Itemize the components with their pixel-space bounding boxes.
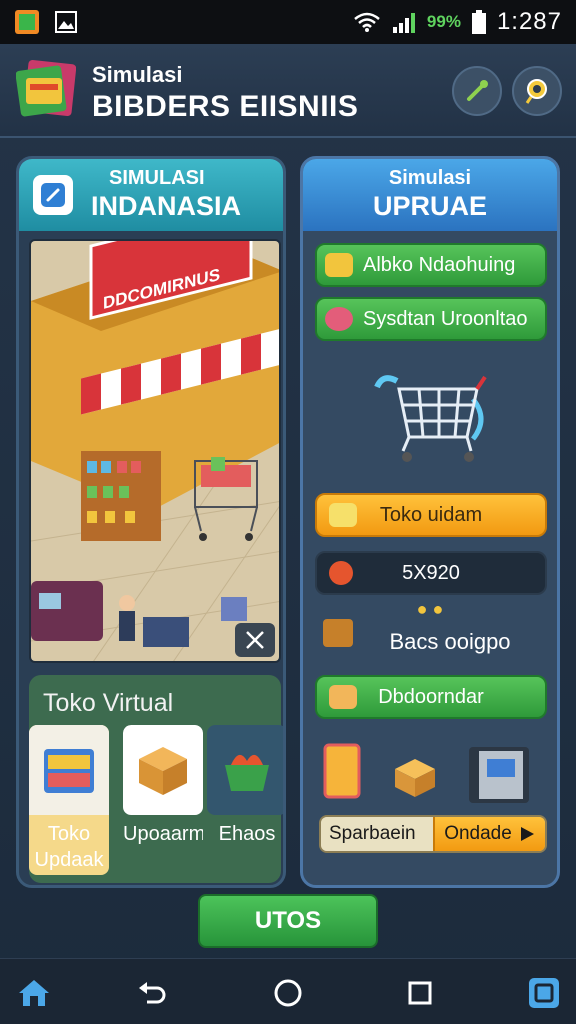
gallery-icon bbox=[55, 11, 77, 33]
product-pack-icon bbox=[29, 725, 109, 815]
app-switch-icon[interactable] bbox=[526, 975, 562, 1011]
wifi-icon bbox=[354, 12, 380, 32]
albko-button[interactable]: Albko Ndaohuing bbox=[315, 243, 547, 287]
clock: 1:287 bbox=[496, 8, 562, 35]
tile-label: Upoaarm bbox=[123, 823, 203, 845]
expand-icon bbox=[246, 631, 264, 649]
right-panel-header: Simulasi UPRUAE bbox=[303, 159, 557, 231]
battery-percent: 99% bbox=[426, 12, 461, 31]
search-button[interactable] bbox=[512, 66, 562, 116]
box-icon bbox=[329, 685, 357, 709]
header-title: BIBDERS EIISNIIS bbox=[92, 90, 359, 123]
sysdtan-button[interactable]: Sysdtan Uroonltao bbox=[315, 297, 547, 341]
store-icon bbox=[329, 503, 357, 527]
progress-label: Sparbaein bbox=[329, 823, 416, 844]
play-icon bbox=[520, 827, 534, 841]
emoji-icon: ● ● bbox=[416, 599, 444, 619]
tile-label: Ehaos bbox=[218, 823, 276, 845]
signal-icon bbox=[392, 13, 415, 33]
update-label: Ondade bbox=[444, 823, 512, 844]
toko-button[interactable]: Toko uidam bbox=[315, 493, 547, 537]
value-display: 5X920 bbox=[315, 551, 547, 595]
notification-app-icon bbox=[15, 10, 39, 34]
battery-icon bbox=[471, 10, 486, 34]
coin-icon bbox=[325, 253, 353, 277]
sysdtan-label: Sysdtan Uroonltao bbox=[363, 307, 528, 330]
progress-bar: Sparbaein Ondade bbox=[319, 815, 547, 853]
items-row bbox=[323, 743, 529, 803]
edit-icon[interactable] bbox=[33, 175, 73, 215]
utos-button[interactable]: UTOS bbox=[198, 894, 378, 948]
home-icon[interactable] bbox=[16, 975, 52, 1011]
fullscreen-button[interactable] bbox=[235, 623, 275, 657]
left-panel-title-line2: INDANASIA bbox=[91, 191, 242, 221]
target-icon bbox=[325, 307, 353, 331]
left-panel: SIMULASI INDANASIA DDCOMIRNUS Toko Virtu… bbox=[16, 156, 286, 888]
app-logo-icon bbox=[15, 58, 77, 120]
virtual-store-title: Toko Virtual bbox=[43, 689, 174, 717]
shopping-cart-icon bbox=[374, 375, 487, 462]
left-panel-header: SIMULASI INDANASIA bbox=[19, 159, 283, 231]
tools-button[interactable] bbox=[452, 66, 502, 116]
dbdoorndar-label: Dbdoorndar bbox=[378, 685, 484, 708]
utos-label: UTOS bbox=[254, 907, 322, 934]
update-button[interactable]: Ondade bbox=[433, 817, 545, 851]
right-panel-title-line1: Simulasi bbox=[388, 167, 472, 189]
virtual-store-section: Toko Virtual Toko Updaak Upoaarm Ehaos bbox=[29, 675, 283, 883]
basket-icon bbox=[207, 725, 283, 815]
dbdoorndar-button[interactable]: Dbdoorndar bbox=[315, 675, 547, 719]
header-subtitle: Simulasi bbox=[92, 62, 183, 87]
recent-apps-icon[interactable] bbox=[402, 975, 438, 1011]
fire-icon bbox=[329, 561, 353, 585]
box-icon bbox=[123, 725, 203, 815]
right-panel-title-line2: UPRUAE bbox=[372, 191, 487, 221]
left-panel-title-line1: SIMULASI bbox=[109, 167, 205, 189]
tile-upoaarm[interactable]: Upoaarm bbox=[123, 725, 203, 875]
tile-ehaos[interactable]: Ehaos bbox=[207, 725, 283, 875]
home-circle-icon[interactable] bbox=[270, 975, 306, 1011]
wrench-icon bbox=[467, 80, 488, 101]
navigation-bar bbox=[0, 958, 576, 1024]
back-icon[interactable] bbox=[134, 975, 170, 1011]
albko-label: Albko Ndaohuing bbox=[363, 253, 516, 276]
right-panel: Simulasi UPRUAE Albko Ndaohuing Sysdtan … bbox=[300, 156, 560, 888]
toko-label: Toko uidam bbox=[379, 503, 483, 526]
shop-illustration[interactable]: DDCOMIRNUS bbox=[29, 239, 281, 663]
app-header: Simulasi BIBDERS EIISNIIS bbox=[0, 44, 576, 138]
value-text: 5X920 bbox=[402, 561, 460, 584]
info-label: Bacs ooigpo bbox=[389, 629, 511, 654]
status-bar: 99% 1:287 bbox=[0, 0, 576, 44]
tile-label: Toko Updaak bbox=[34, 823, 104, 871]
search-icon bbox=[525, 79, 547, 104]
tile-toko-updaak[interactable]: Toko Updaak bbox=[29, 725, 109, 875]
